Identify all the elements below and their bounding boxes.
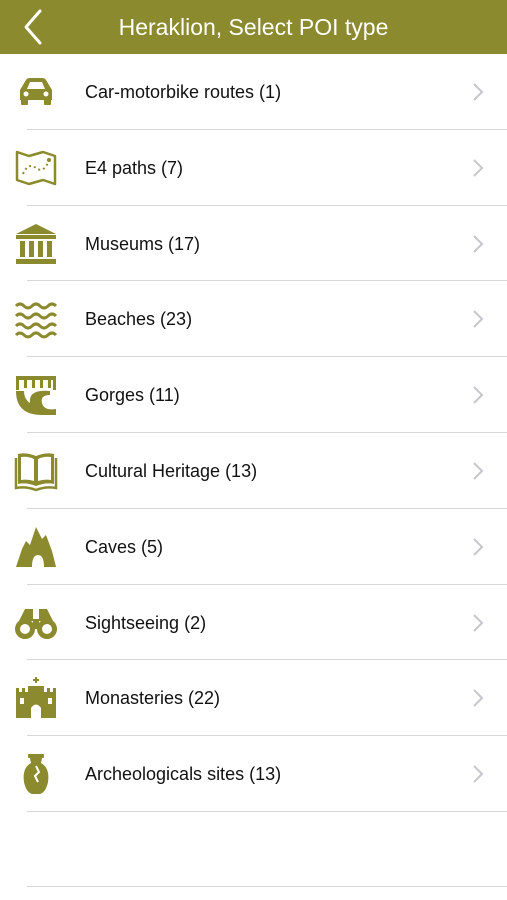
list-item-beaches[interactable]: Beaches (23) [0,281,507,357]
list-item-archeologicals-sites[interactable]: Archeologicals sites (13) [0,736,507,812]
gorge-icon [12,372,60,418]
binoculars-icon [12,600,60,646]
list-item-label: Cultural Heritage (13) [85,460,258,481]
list-item-museums[interactable]: Museums (17) [0,206,507,282]
chevron-right-icon [473,462,484,480]
page-title: Heraklion, Select POI type [118,14,389,40]
poi-type-list: Car-motorbike routes (1) E4 paths (7) Mu… [0,54,507,812]
separator [27,886,507,887]
chevron-right-icon [473,613,484,632]
chevron-right-icon [473,765,484,783]
chevron-right-icon [473,83,484,101]
amphora-icon [12,751,60,797]
list-item-label: Car-motorbike routes (1) [85,82,282,102]
list-item-e4-paths[interactable]: E4 paths (7) [0,130,507,206]
chevron-right-icon [473,689,484,708]
list-item-label: Caves (5) [85,536,164,557]
chevron-right-icon [473,234,484,253]
list-item-label: Monasteries (22) [85,688,221,709]
cave-icon [12,524,60,570]
list-item-cultural-heritage[interactable]: Cultural Heritage (13) [0,433,507,509]
car-icon [12,69,60,115]
nav-bar: Heraklion, Select POI type [0,0,507,54]
waves-icon [12,296,60,342]
list-item-caves[interactable]: Caves (5) [0,509,507,585]
list-item-label: Gorges (11) [85,385,180,406]
chevron-right-icon [473,538,484,556]
list-item-sightseeing[interactable]: Sightseeing (2) [0,585,507,661]
list-item-label: Museums (17) [85,233,201,254]
list-item-label: Beaches (23) [85,309,193,330]
list-item-label: E4 paths (7) [85,157,184,178]
list-item-label: Sightseeing (2) [85,612,207,633]
book-icon [12,448,60,494]
chevron-right-icon [473,386,484,404]
list-item-monasteries[interactable]: Monasteries (22) [0,660,507,736]
monastery-icon [12,675,60,721]
chevron-right-icon [473,310,484,329]
list-item-car-motorbike-routes[interactable]: Car-motorbike routes (1) [0,54,507,130]
chevron-right-icon [473,159,484,177]
museum-icon [12,221,60,267]
list-item-gorges[interactable]: Gorges (11) [0,357,507,433]
list-item-label: Archeologicals sites (13) [85,764,282,785]
map-icon [12,145,60,191]
